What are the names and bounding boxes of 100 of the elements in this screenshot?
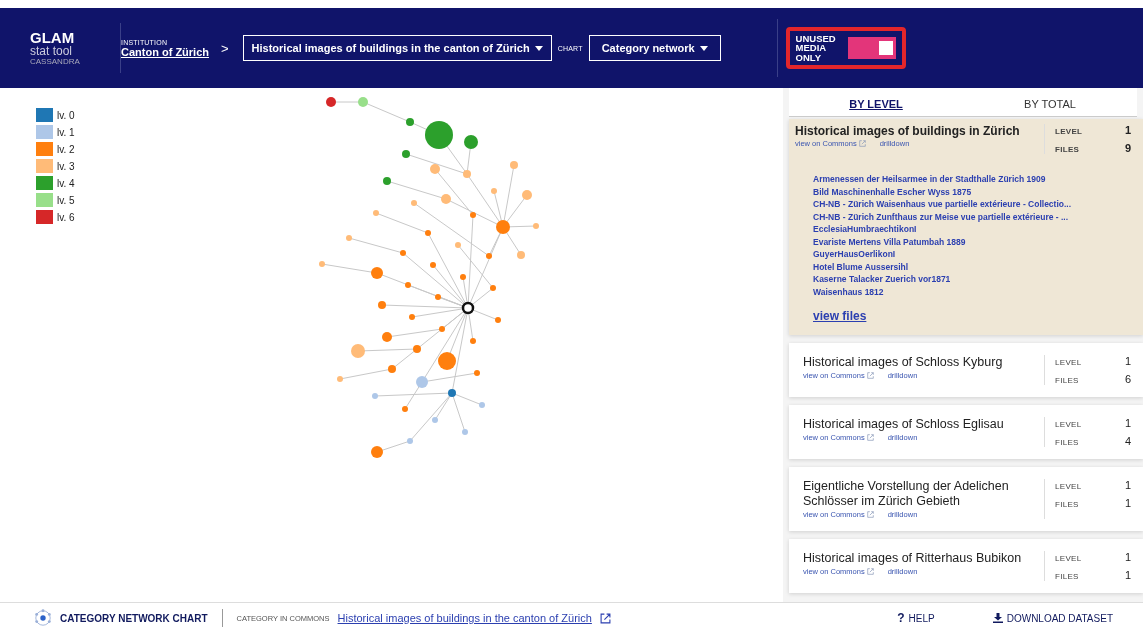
- download-icon: [992, 613, 1003, 623]
- level-value: 1: [1124, 417, 1131, 429]
- graph-node[interactable]: [464, 135, 478, 149]
- card-title: Historical images of buildings in Zürich: [795, 124, 1021, 139]
- graph-node[interactable]: [462, 429, 468, 435]
- toggle-switch[interactable]: [847, 37, 896, 59]
- graph-node[interactable]: [479, 402, 485, 408]
- graph-node[interactable]: [371, 267, 383, 279]
- chart-dropdown[interactable]: Category network: [588, 35, 721, 61]
- files-label: FILES: [1055, 572, 1079, 581]
- caret-icon: [699, 45, 708, 51]
- graph-node[interactable]: [416, 376, 428, 388]
- file-link[interactable]: GuyerHausOerlikonI: [813, 249, 1131, 259]
- graph-node[interactable]: [463, 170, 471, 178]
- graph-node[interactable]: [439, 326, 445, 332]
- graph-node[interactable]: [409, 314, 415, 320]
- file-link[interactable]: EcclesiaHumbraechtikonI: [813, 224, 1131, 234]
- graph-node[interactable]: [486, 253, 492, 259]
- graph-node[interactable]: [319, 261, 325, 267]
- commons-category-link[interactable]: Historical images of buildings in the canton of Zürich: [337, 612, 592, 624]
- level-label: LEVEL: [1055, 420, 1082, 429]
- legend-label: lv. 6: [57, 211, 75, 223]
- graph-node[interactable]: [460, 274, 466, 280]
- level-label: LEVEL: [1055, 358, 1082, 367]
- level-label: LEVEL: [1055, 554, 1082, 563]
- file-link[interactable]: CH-NB - Zürich Zunfthaus zur Meise vue partielle extérieure - ...: [813, 211, 1131, 222]
- graph-node[interactable]: [461, 301, 475, 315]
- graph-node[interactable]: [470, 212, 476, 218]
- legend-label: lv. 1: [57, 126, 75, 138]
- graph-node[interactable]: [358, 97, 368, 107]
- view-files-link[interactable]: view files: [813, 309, 1131, 323]
- category-dropdown[interactable]: Historical images of buildings in the canton of Zürich: [242, 35, 552, 61]
- file-link[interactable]: Bild Maschinenhalle Escher Wyss 1875: [813, 186, 1131, 197]
- graph-node[interactable]: [425, 121, 453, 149]
- graph-node[interactable]: [378, 301, 386, 309]
- graph-node[interactable]: [448, 389, 456, 397]
- graph-node[interactable]: [495, 317, 501, 323]
- sort-tab[interactable]: BY TOTAL: [963, 88, 1137, 116]
- files-value: 1: [1124, 569, 1131, 581]
- file-link[interactable]: Waisenhaus 1812: [813, 286, 1131, 297]
- graph-node[interactable]: [351, 344, 365, 358]
- level-value: 1: [1124, 124, 1131, 136]
- level-value: 1: [1124, 551, 1131, 563]
- legend-label: lv. 5: [57, 194, 75, 206]
- file-link[interactable]: Evariste Mertens Villa Patumbah 1889: [813, 236, 1131, 247]
- graph-node[interactable]: [510, 161, 518, 169]
- graph-node[interactable]: [441, 194, 451, 204]
- graph-node[interactable]: [432, 417, 438, 423]
- file-link[interactable]: Kaserne Talacker Zuerich vor1871: [813, 274, 1131, 284]
- file-link[interactable]: CH-NB - Zürich Waisenhaus vue partielle extérieure - Collectio...: [813, 199, 1131, 209]
- graph-node[interactable]: [425, 230, 431, 236]
- graph-node[interactable]: [406, 118, 414, 126]
- graph-node[interactable]: [411, 200, 417, 206]
- graph-node[interactable]: [388, 365, 396, 373]
- graph-node[interactable]: [372, 393, 378, 399]
- file-link[interactable]: Hotel Blume Aussersihl: [813, 261, 1131, 272]
- graph-node[interactable]: [337, 376, 343, 382]
- card-title: Historical images of Schloss Eglisau: [803, 417, 1005, 432]
- graph-node[interactable]: [490, 285, 496, 291]
- institution-link[interactable]: Canton of Zürich: [121, 45, 209, 58]
- download-button[interactable]: DOWNLOAD DATASET: [992, 612, 1113, 624]
- graph-node[interactable]: [400, 250, 406, 256]
- graph-node[interactable]: [522, 190, 532, 200]
- network-icon: [34, 609, 52, 627]
- graph-node[interactable]: [533, 223, 539, 229]
- graph-node[interactable]: [382, 332, 392, 342]
- graph-node[interactable]: [373, 210, 379, 216]
- graph-node[interactable]: [371, 446, 383, 458]
- category-card[interactable]: [789, 119, 1143, 335]
- graph-node[interactable]: [407, 438, 413, 444]
- help-button[interactable]: ? HELP: [897, 611, 935, 625]
- graph-node[interactable]: [405, 282, 411, 288]
- graph-node[interactable]: [455, 242, 461, 248]
- legend-label: lv. 3: [57, 160, 75, 172]
- file-link[interactable]: Armenessen der Heilsarmee in der Stadthalle Zürich 1909: [813, 174, 1131, 184]
- logo-title: GLAM: [30, 30, 76, 45]
- graph-node[interactable]: [474, 370, 480, 376]
- graph-node[interactable]: [402, 406, 408, 412]
- graph-node[interactable]: [491, 188, 497, 194]
- files-value: 6: [1124, 373, 1131, 385]
- card-title: Historical images of Ritterhaus Bubikon: [803, 551, 1023, 566]
- graph-node[interactable]: [470, 338, 476, 344]
- graph-node[interactable]: [435, 294, 441, 300]
- sort-tab[interactable]: BY LEVEL: [789, 88, 963, 116]
- graph-node[interactable]: [430, 164, 440, 174]
- chart-name: CATEGORY NETWORK CHART: [60, 612, 208, 624]
- level-value: 1: [1124, 479, 1131, 491]
- legend-label: lv. 2: [57, 143, 75, 155]
- breadcrumb-separator: >: [221, 40, 229, 56]
- graph-node[interactable]: [430, 262, 436, 268]
- graph-node[interactable]: [413, 345, 421, 353]
- graph-node[interactable]: [402, 150, 410, 158]
- external-link-icon[interactable]: [599, 612, 611, 624]
- graph-node[interactable]: [517, 251, 525, 259]
- graph-node[interactable]: [346, 235, 352, 241]
- graph-node[interactable]: [326, 97, 336, 107]
- unused-media-toggle[interactable]: UNUSED MEDIA ONLY: [785, 26, 906, 70]
- graph-node[interactable]: [383, 177, 391, 185]
- graph-node[interactable]: [496, 220, 510, 234]
- graph-node[interactable]: [438, 352, 456, 370]
